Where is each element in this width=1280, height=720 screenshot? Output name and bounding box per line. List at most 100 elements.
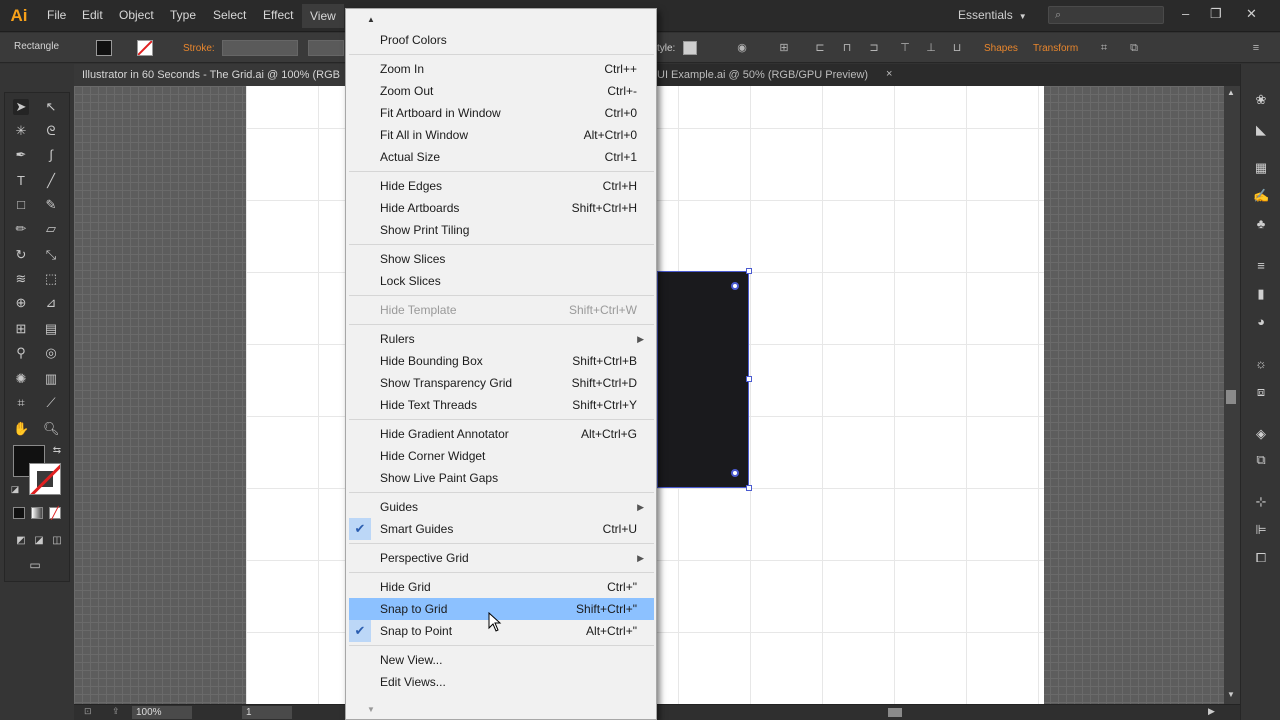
vertical-scroll-thumb[interactable] xyxy=(1226,390,1236,404)
tab-ui-example[interactable]: UI Example.ai @ 50% (RGB/GPU Preview) xyxy=(657,64,877,86)
menu-item-actual-size[interactable]: Actual Size Ctrl+1 xyxy=(349,146,654,168)
menu-item-show-live-paint-gaps[interactable]: Show Live Paint Gaps xyxy=(349,467,654,489)
gradient-tool-icon[interactable]: ▤ xyxy=(43,321,59,337)
graphic-styles-icon[interactable]: ⧈ xyxy=(1253,384,1269,400)
menu-item-show-print-tiling[interactable]: Show Print Tiling xyxy=(349,219,654,241)
perspective-grid-icon[interactable]: ⊿ xyxy=(43,295,59,311)
color-guide-icon[interactable]: ◣ xyxy=(1253,122,1269,138)
menu-item-lock-slices[interactable]: Lock Slices xyxy=(349,270,654,292)
fill-swatch[interactable] xyxy=(96,40,112,56)
transparency-icon[interactable]: ◕ xyxy=(1253,314,1269,330)
align-center-icon[interactable]: ⊓ xyxy=(841,42,853,54)
artboard-tool-icon[interactable]: ⌗ xyxy=(13,395,29,411)
stroke-label[interactable]: Stroke: xyxy=(183,43,215,54)
none-mode-icon[interactable]: ╱ xyxy=(49,507,61,519)
eyedropper-icon[interactable]: ⚲ xyxy=(13,345,29,361)
selected-rectangle[interactable] xyxy=(657,271,749,488)
direct-selection-tool-icon[interactable]: ↖ xyxy=(43,99,59,115)
arrange-icon[interactable]: ⧉ xyxy=(1128,42,1140,54)
menu-edit[interactable]: Edit xyxy=(82,8,103,22)
menu-effect[interactable]: Effect xyxy=(263,8,293,22)
curvature-tool-icon[interactable]: ∫ xyxy=(43,147,59,163)
close-icon[interactable]: × xyxy=(886,68,892,80)
bounding-box-handle[interactable] xyxy=(746,376,752,382)
shapes-link[interactable]: Shapes xyxy=(984,43,1018,54)
align-panel-icon[interactable]: ⊫ xyxy=(1253,522,1269,538)
transform-panel-icon[interactable]: ⊹ xyxy=(1253,494,1269,510)
line-tool-icon[interactable]: ╱ xyxy=(43,173,59,189)
pen-tool-icon[interactable]: ✒ xyxy=(13,147,29,163)
graph-tool-icon[interactable]: ▥ xyxy=(43,371,59,387)
menu-type[interactable]: Type xyxy=(170,8,196,22)
menu-scroll-up-icon[interactable]: ▲ xyxy=(366,15,376,25)
menu-item-fit-all-in-window[interactable]: Fit All in Window Alt+Ctrl+0 xyxy=(349,124,654,146)
tab-the-grid[interactable]: Illustrator in 60 Seconds - The Grid.ai … xyxy=(74,64,346,86)
zoom-level-field[interactable]: 100% xyxy=(132,706,192,719)
minimize-icon[interactable]: – xyxy=(1182,6,1189,21)
stroke-swatch[interactable] xyxy=(137,40,153,56)
graphic-style-swatch[interactable] xyxy=(683,41,697,55)
hand-tool-icon[interactable]: ✋ xyxy=(13,421,29,437)
rotate-icon[interactable]: ↻ xyxy=(13,247,29,263)
bounding-box-handle[interactable] xyxy=(746,268,752,274)
menu-select[interactable]: Select xyxy=(213,8,246,22)
appearance-icon[interactable]: ☼ xyxy=(1253,356,1269,372)
align-middle-icon[interactable]: ⊥ xyxy=(925,42,937,54)
vertical-scrollbar[interactable]: ▲ ▼ xyxy=(1224,86,1240,704)
align-to-icon[interactable]: ⊞ xyxy=(778,42,790,54)
isolate-icon[interactable]: ⌗ xyxy=(1098,42,1110,54)
symbol-sprayer-icon[interactable]: ✺ xyxy=(13,371,29,387)
width-tool-icon[interactable]: ≋ xyxy=(13,271,29,287)
align-left-icon[interactable]: ⊏ xyxy=(814,42,826,54)
gradient-panel-icon[interactable]: ▮ xyxy=(1253,286,1269,302)
align-right-icon[interactable]: ⊐ xyxy=(868,42,880,54)
menu-item-edit-views[interactable]: Edit Views... xyxy=(349,671,654,693)
gradient-mode-icon[interactable] xyxy=(31,507,43,519)
menu-item-hide-grid[interactable]: Hide Grid Ctrl+" xyxy=(349,576,654,598)
menu-item-hide-corner-widget[interactable]: Hide Corner Widget xyxy=(349,445,654,467)
menu-item-hide-gradient-annotator[interactable]: Hide Gradient Annotator Alt+Ctrl+G xyxy=(349,423,654,445)
menu-item-show-transparency-grid[interactable]: Show Transparency Grid Shift+Ctrl+D xyxy=(349,372,654,394)
menu-item-new-view[interactable]: New View... xyxy=(349,649,654,671)
scale-icon[interactable]: ⤡ xyxy=(43,247,59,263)
color-mode-icon[interactable] xyxy=(13,507,25,519)
menu-item-hide-text-threads[interactable]: Hide Text Threads Shift+Ctrl+Y xyxy=(349,394,654,416)
eraser-icon[interactable]: ▱ xyxy=(43,221,59,237)
menu-item-show-slices[interactable]: Show Slices xyxy=(349,248,654,270)
variable-width-field[interactable] xyxy=(308,40,344,56)
stroke-weight-field[interactable] xyxy=(222,40,298,56)
horizontal-scroll-thumb[interactable] xyxy=(888,708,902,717)
swatches-icon[interactable]: ▦ xyxy=(1253,160,1269,176)
pencil-icon[interactable]: ✏ xyxy=(13,221,29,237)
menu-object[interactable]: Object xyxy=(119,8,154,22)
free-transform-icon[interactable]: ⬚ xyxy=(43,271,59,287)
rectangle-tool-icon[interactable]: □ xyxy=(13,197,29,213)
shape-builder-icon[interactable]: ⊕ xyxy=(13,295,29,311)
artboard-number-field[interactable]: 1 xyxy=(242,706,292,719)
export-icon[interactable]: ⇪ xyxy=(112,706,120,717)
menu-scroll-down-icon[interactable]: ▼ xyxy=(366,705,376,715)
draw-behind-icon[interactable]: ◪ xyxy=(31,533,47,549)
bounding-box-handle[interactable] xyxy=(746,485,752,491)
lasso-icon[interactable]: ᘓ xyxy=(43,123,59,139)
scroll-right-icon[interactable]: ▶ xyxy=(1208,706,1215,717)
restore-icon[interactable]: ❐ xyxy=(1210,6,1222,22)
screen-mode-icon[interactable]: ▭ xyxy=(27,557,43,573)
selection-tool-icon[interactable]: ➤ xyxy=(13,99,29,115)
align-bottom-icon[interactable]: ⊔ xyxy=(951,42,963,54)
symbols-icon[interactable]: ♣ xyxy=(1253,216,1269,232)
color-panel-icon[interactable]: ❀ xyxy=(1253,92,1269,108)
type-tool-icon[interactable]: T xyxy=(13,173,29,189)
paintbrush-icon[interactable]: ✎ xyxy=(43,197,59,213)
stroke-color-box[interactable] xyxy=(29,463,61,495)
rotate-view-icon[interactable]: ⊡ xyxy=(84,706,92,717)
menu-item-perspective-grid[interactable]: Perspective Grid ▶ xyxy=(349,547,654,569)
corner-widget[interactable] xyxy=(731,469,739,477)
draw-normal-icon[interactable]: ◩ xyxy=(13,533,29,549)
scroll-down-icon[interactable]: ▼ xyxy=(1227,690,1235,699)
search-input[interactable]: ⌕ xyxy=(1048,6,1164,24)
default-colors-icon[interactable]: ◪ xyxy=(7,481,23,497)
menu-item-guides[interactable]: Guides ▶ xyxy=(349,496,654,518)
magic-wand-icon[interactable]: ✳ xyxy=(13,123,29,139)
artboards-icon[interactable]: ⧉ xyxy=(1253,452,1269,468)
